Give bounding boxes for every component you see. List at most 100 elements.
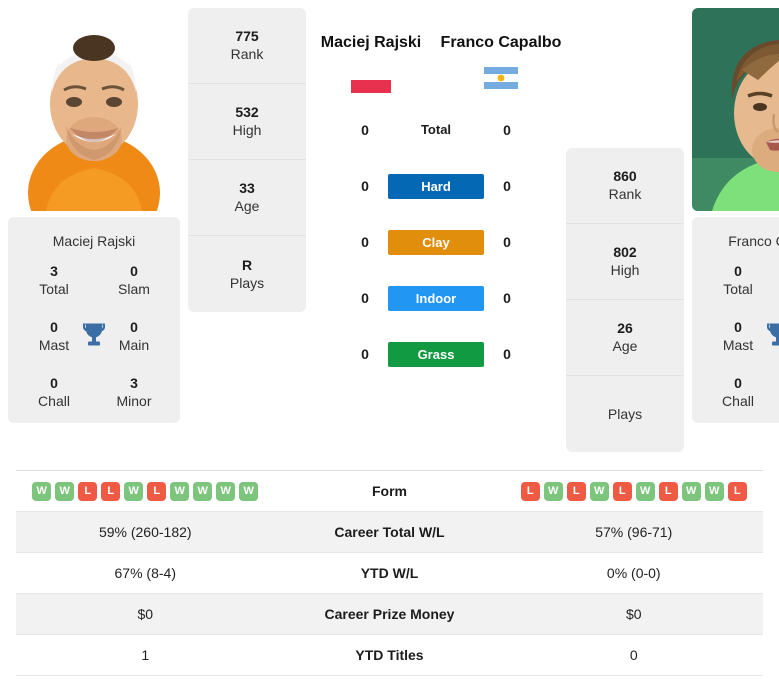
table-row-label: Career Total W/L [334,524,445,540]
poland-flag-icon [306,67,436,98]
stat-label: Plays [229,274,265,291]
title-cell: 0 Total [698,263,778,299]
stat-label: High [232,122,262,138]
h2h-right-score: 0 [503,234,511,250]
form-badge-win: W [55,481,75,501]
right-stats-card: 860 Rank 802 High 26 Age Plays [566,148,684,452]
left-player-photo [8,8,180,211]
left-summary-name: Maciej Rajski [52,233,136,249]
h2h-left-score: 0 [361,122,369,138]
title-value: 0 [130,319,138,335]
left-stats-column: 775 Rank 532 High 33 Age R Plays [188,8,306,312]
table-row-ytd-wl: 67% (8-4) YTD W/L 0% (0-0) [16,553,763,594]
form-badge-loss: L [566,481,586,501]
head-to-head-column: Maciej Rajski Franco Capalbo 0 Total 0 0… [306,8,566,382]
form-badge-loss: L [658,481,678,501]
title-label: Slam [118,281,150,297]
form-badge-win: W [681,481,701,501]
h2h-label-cell: Hard [388,173,484,199]
title-cell: 0 Main [94,319,174,355]
surface-badge-hard[interactable]: Hard [388,173,484,199]
stat-label: Age [612,338,638,354]
form-badge-win: W [216,481,236,501]
right-form-badges: LWLWLWLWWL [505,481,764,501]
left-value: 59% (260-182) [98,524,192,540]
stat-row: 26 Age [566,300,684,376]
h2h-label-cell: Grass [388,341,484,367]
left-player-column: Maciej Rajski 3 Total 0 Slam 0 Mast 0 Ma… [8,8,180,423]
form-badge-loss: L [101,481,121,501]
surface-badge-clay[interactable]: Clay [388,229,484,255]
table-row-career-total-wl: 59% (260-182) Career Total W/L 57% (96-7… [16,512,763,553]
stat-row: R Plays [188,236,306,312]
stat-value: 532 [235,104,259,120]
h2h-row-total: 0 Total 0 [306,102,566,158]
h2h-left-score: 0 [361,290,369,306]
form-badge-win: W [170,481,190,501]
h2h-right-score: 0 [503,178,511,194]
left-stats-card: 775 Rank 532 High 33 Age R Plays [188,8,306,312]
stat-label: Plays [607,405,643,422]
trophy-icon [766,322,779,353]
stat-label: High [610,262,640,278]
stat-row: 860 Rank [566,148,684,224]
title-cell: 0 Chall [698,375,778,411]
left-value: 67% (8-4) [114,565,176,581]
right-player-name[interactable]: Franco Capalbo [436,30,566,55]
title-value: 3 [50,263,58,279]
surface-badge-indoor[interactable]: Indoor [388,285,484,311]
right-value: 0% (0-0) [606,565,661,581]
right-player-name-block: Franco Capalbo [436,30,566,94]
form-badge-loss: L [520,481,540,501]
h2h-left-score: 0 [361,234,369,250]
h2h-right-score: 0 [503,346,511,362]
h2h-label-cell: Total [388,121,484,139]
title-value: 0 [734,375,742,391]
left-player-name[interactable]: Maciej Rajski [306,30,436,55]
title-value: 0 [50,375,58,391]
form-badge-win: W [193,481,213,501]
form-badge-loss: L [147,481,167,501]
comparison-table: WWLLWLWWWW Form LWLWLWLWWL 59% (260-182)… [16,470,763,676]
h2h-row-grass: 0 Grass 0 [306,326,566,382]
table-row-label: Form [372,483,407,499]
table-row-label: YTD Titles [355,647,424,663]
form-badge-win: W [635,481,655,501]
title-cell: 3 Total [14,263,94,299]
form-badge-win: W [32,481,52,501]
stat-value: 775 [235,28,259,44]
stat-value: 26 [617,320,633,336]
title-label: Minor [116,393,152,409]
title-cell: 0 Chall [14,375,94,411]
form-badge-win: W [704,481,724,501]
stat-row: 775 Rank [188,8,306,84]
table-row-form: WWLLWLWWWW Form LWLWLWLWWL [16,471,763,512]
stat-value: 802 [613,244,637,260]
h2h-left-score: 0 [361,178,369,194]
stat-row: 532 High [188,84,306,160]
stat-row: 33 Age [188,160,306,236]
h2h-label: Total [420,122,452,137]
form-badge-loss: L [78,481,98,501]
stat-value: R [241,256,253,273]
surface-badge-grass[interactable]: Grass [388,341,484,367]
form-badge-win: W [124,481,144,501]
right-player-summary-card: Franco Capalbo 0 Total 0 Slam 0 Mast [692,217,779,423]
stat-value: 860 [613,168,637,184]
head-to-head-list: 0 Total 0 0 Hard 0 0 Clay 0 0 Indoor 0 0… [306,102,566,382]
left-player-summary-card: Maciej Rajski 3 Total 0 Slam 0 Mast 0 Ma… [8,217,180,423]
player-names-row: Maciej Rajski Franco Capalbo [306,30,566,98]
right-titles-grid: 0 Total 0 Slam 0 Mast 0 Main [698,263,779,411]
h2h-row-clay: 0 Clay 0 [306,214,566,270]
right-player-photo [692,8,779,211]
right-summary-name: Franco Capalbo [728,233,779,249]
right-value: 0 [629,647,638,663]
h2h-label-cell: Clay [388,229,484,255]
title-label: Main [118,337,150,353]
title-value: 0 [734,263,742,279]
left-value: $0 [137,606,154,622]
left-form-badges: WWLLWLWWWW [16,481,275,501]
form-badge-loss: L [727,481,747,501]
player-comparison-page: Maciej Rajski 3 Total 0 Slam 0 Mast 0 Ma… [0,0,779,699]
table-row-label: YTD W/L [360,565,419,581]
